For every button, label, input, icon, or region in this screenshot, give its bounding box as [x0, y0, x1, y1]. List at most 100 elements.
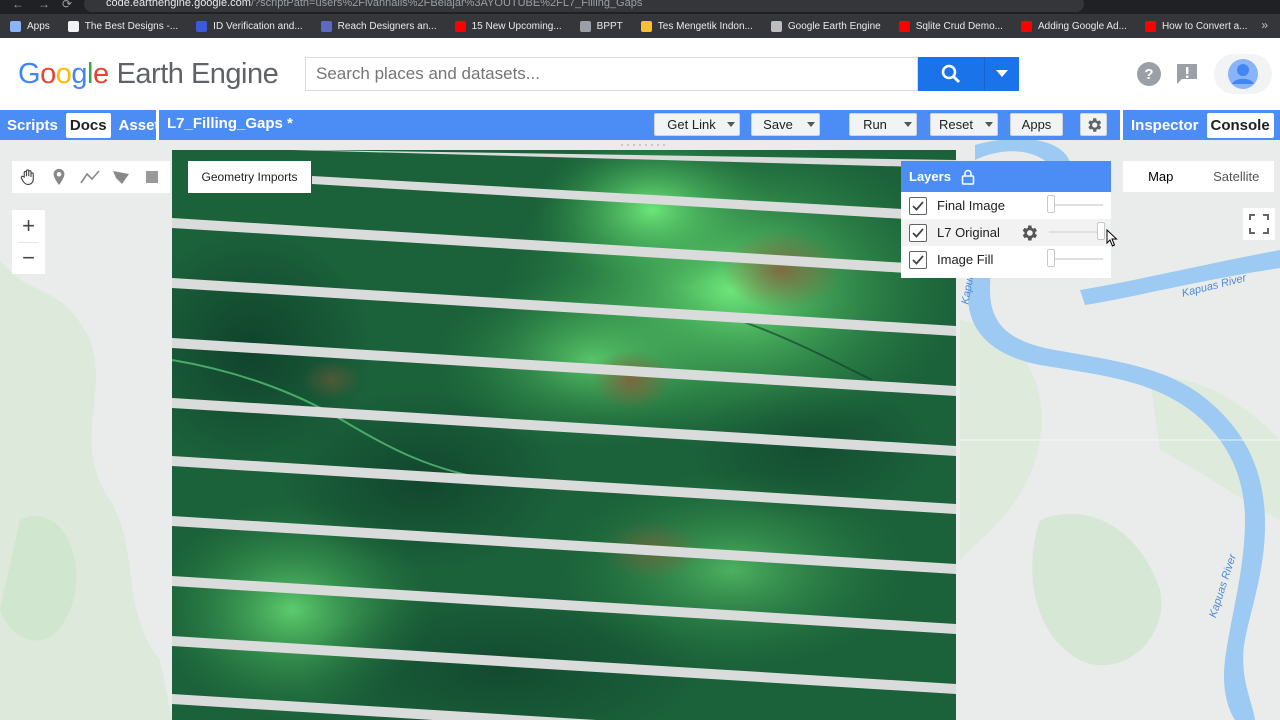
reset-dropdown[interactable]	[980, 113, 998, 136]
settings-button[interactable]	[1080, 113, 1107, 136]
fullscreen-icon	[1249, 214, 1269, 234]
satellite-imagery	[172, 150, 956, 720]
panel-resize-handle[interactable]	[618, 142, 666, 148]
forward-icon[interactable]: →	[38, 0, 50, 11]
polyline-icon	[79, 170, 100, 184]
bookmark-item[interactable]: BPPT	[579, 20, 623, 32]
layer-row-image-fill[interactable]: Image Fill	[901, 246, 1111, 273]
address-bar[interactable]: code.earthengine.google.com/?scriptPath=…	[84, 0, 1084, 12]
feedback-icon[interactable]	[1173, 60, 1201, 88]
search-input[interactable]	[305, 57, 918, 91]
opacity-slider[interactable]	[1049, 258, 1103, 260]
editor-toolbar: Scripts Docs Assets L7_Filling_Gaps * Ge…	[0, 110, 1280, 140]
bookmark-item[interactable]: Apps	[10, 20, 50, 32]
polygon-icon	[112, 171, 129, 184]
bookmark-item[interactable]: How to Convert a...	[1144, 20, 1248, 32]
favicon-icon	[898, 20, 910, 32]
reload-icon[interactable]: ⟳	[62, 0, 72, 11]
bookmark-item[interactable]: Adding Google Ad...	[1020, 20, 1127, 32]
map-type-map-button[interactable]: Map	[1123, 161, 1199, 192]
chevron-down-icon	[996, 70, 1008, 77]
save-button[interactable]: Save	[751, 113, 805, 136]
layer-settings-button[interactable]	[1018, 222, 1040, 244]
bookmark-item[interactable]: ID Verification and...	[196, 20, 303, 32]
tab-inspector[interactable]: Inspector	[1127, 113, 1203, 138]
bookmark-label: BPPT	[596, 20, 623, 32]
layer-row-l7-original[interactable]: L7 Original	[901, 219, 1111, 246]
layer-name: Final Image	[937, 198, 1005, 213]
mouse-cursor-icon	[1106, 229, 1118, 247]
bookmark-label: Reach Designers an...	[337, 20, 437, 32]
script-title[interactable]: L7_Filling_Gaps *	[167, 115, 293, 132]
right-panel-tabs: Inspector Console	[1123, 110, 1280, 140]
tab-scripts[interactable]: Scripts	[3, 113, 62, 138]
opacity-slider[interactable]	[1049, 204, 1103, 206]
opacity-slider-thumb[interactable]	[1047, 195, 1055, 213]
bookmark-item[interactable]: Reach Designers an...	[320, 20, 437, 32]
tab-docs[interactable]: Docs	[65, 112, 111, 138]
favicon-icon	[579, 20, 591, 32]
layer-checkbox[interactable]	[909, 196, 927, 215]
zoom-out-button[interactable]: −	[12, 242, 45, 274]
rectangle-tool-button[interactable]	[136, 161, 167, 193]
layer-checkbox[interactable]	[909, 223, 927, 242]
drawing-tools	[12, 161, 170, 193]
earth-engine-logo[interactable]: Google Earth Engine	[18, 58, 279, 91]
apps-button[interactable]: Apps	[1010, 113, 1063, 136]
favicon-icon	[196, 20, 208, 32]
search-options-button[interactable]	[984, 57, 1019, 91]
zoom-in-button[interactable]: +	[12, 210, 45, 242]
lock-icon[interactable]	[961, 169, 975, 185]
save-dropdown[interactable]	[802, 113, 820, 136]
reset-button[interactable]: Reset	[930, 113, 982, 136]
opacity-slider-thumb[interactable]	[1097, 222, 1105, 240]
map-type-satellite-button[interactable]: Satellite	[1199, 161, 1275, 192]
zoom-divider	[18, 242, 39, 243]
bookmarks-overflow-icon[interactable]: »	[1261, 18, 1268, 32]
layers-panel: Layers Final Image L7 Original Image Fil…	[901, 161, 1111, 278]
geometry-imports-button[interactable]: Geometry Imports	[188, 161, 311, 193]
browser-titlebar: ← → ⟳ code.earthengine.google.com/?scrip…	[0, 0, 1280, 14]
search-button[interactable]	[918, 57, 984, 91]
bookmark-item[interactable]: 15 New Upcoming...	[454, 20, 562, 32]
logo-letter: G	[18, 58, 41, 90]
search-icon	[941, 64, 960, 83]
logo-letter: e	[92, 58, 109, 90]
bookmark-label: Tes Mengetik Indon...	[657, 20, 753, 32]
back-icon[interactable]: ←	[12, 0, 24, 11]
help-icon[interactable]: ?	[1135, 60, 1163, 88]
polygon-tool-button[interactable]	[105, 161, 136, 193]
get-link-button[interactable]: Get Link	[654, 113, 729, 136]
opacity-slider-thumb[interactable]	[1047, 249, 1055, 267]
favicon-icon	[67, 20, 79, 32]
layer-name: L7 Original	[937, 225, 1000, 240]
bookmark-label: Adding Google Ad...	[1037, 20, 1127, 32]
address-host: code.earthengine.google.com	[106, 0, 251, 9]
bookmark-label: The Best Designs -...	[84, 20, 179, 32]
layer-row-final-image[interactable]: Final Image	[901, 192, 1111, 219]
chevron-down-icon	[984, 122, 993, 127]
run-dropdown[interactable]	[899, 113, 917, 136]
point-tool-button[interactable]	[43, 161, 74, 193]
fullscreen-button[interactable]	[1243, 208, 1275, 240]
bookmark-item[interactable]: Sqlite Crud Demo...	[898, 20, 1003, 32]
logo-letter: o	[55, 58, 72, 90]
tab-console[interactable]: Console	[1206, 112, 1274, 138]
account-icon	[1228, 59, 1258, 89]
bookmark-item[interactable]: Tes Mengetik Indon...	[640, 20, 753, 32]
code-editor-bar: L7_Filling_Gaps * Get Link Save Run Rese…	[159, 110, 1120, 140]
bookmark-item[interactable]: The Best Designs -...	[67, 20, 179, 32]
pan-tool-button[interactable]	[12, 161, 43, 193]
get-link-dropdown[interactable]	[722, 113, 740, 136]
zoom-controls: + −	[12, 210, 45, 274]
line-tool-button[interactable]	[74, 161, 105, 193]
favicon-icon	[454, 20, 466, 32]
left-panel-tabs: Scripts Docs Assets	[0, 110, 156, 140]
tab-assets[interactable]: Assets	[115, 113, 156, 138]
bookmark-item[interactable]: Google Earth Engine	[770, 20, 881, 32]
avatar[interactable]	[1214, 54, 1272, 94]
run-button[interactable]: Run	[849, 113, 901, 136]
opacity-slider[interactable]	[1049, 231, 1103, 233]
favicon-icon	[770, 20, 782, 32]
layer-checkbox[interactable]	[909, 250, 927, 269]
